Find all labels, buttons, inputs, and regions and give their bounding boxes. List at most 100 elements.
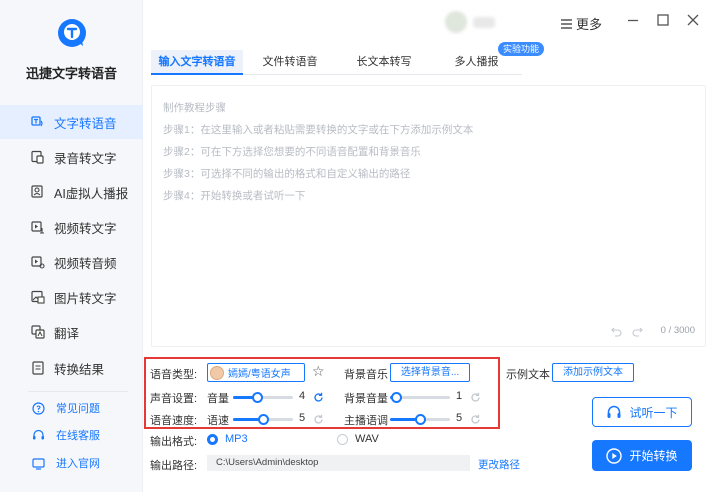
placeholder-line: 步骤1：在这里输入或者粘贴需要转换的文字或在下方添加示例文本 (163, 124, 474, 136)
favorite-star-icon[interactable]: ☆ (312, 363, 325, 380)
bg-volume-label: 背景音量 (344, 393, 388, 405)
redo-icon[interactable] (632, 326, 643, 337)
bgm-label: 背景音乐 (344, 369, 388, 381)
website-link-label: 进入官网 (56, 458, 100, 470)
close-icon[interactable] (686, 13, 700, 27)
bg-volume-slider[interactable] (390, 392, 450, 403)
output-format-label: 输出格式: (150, 436, 198, 448)
char-counter: 0 / 3000 (660, 325, 695, 336)
output-path-field[interactable]: C:\Users\Admin\desktop (207, 455, 470, 471)
sound-settings-label: 声音设置: (150, 393, 198, 405)
website-link[interactable]: 进入官网 (0, 452, 143, 474)
sidebar-item-label: 转换结果 (54, 362, 105, 377)
volume-label: 音量 (207, 393, 229, 405)
speed-section-label: 语音速度: (150, 415, 198, 427)
pitch-value: 5 (456, 412, 463, 424)
undo-redo (611, 326, 643, 337)
add-sample-text-button[interactable]: 添加示例文本 (552, 363, 634, 382)
sidebar-item-label: 图片转文字 (54, 291, 117, 306)
pitch-knob[interactable] (415, 414, 426, 425)
sidebar-item-results[interactable]: 转换结果 (0, 351, 143, 385)
start-convert-button[interactable]: 开始转换 (592, 440, 692, 471)
sidebar-item-video-to-audio[interactable]: 视频转音频 (0, 245, 143, 279)
listen-label: 试听一下 (629, 405, 678, 420)
voice-avatar (210, 365, 224, 380)
minimize-icon[interactable] (626, 13, 640, 27)
experimental-badge: 实验功能 (498, 42, 545, 56)
editor-placeholder: 制作教程步骤 步骤1：在这里输入或者粘贴需要转换的文字或在下方添加示例文本 步骤… (163, 97, 473, 207)
volume-knob[interactable] (252, 392, 263, 403)
sidebar-item-video-to-text[interactable]: 视频转文字 (0, 210, 143, 244)
listen-button[interactable]: 试听一下 (592, 397, 692, 427)
sidebar-divider (28, 391, 128, 392)
format-wav-label[interactable]: WAV (355, 433, 379, 445)
help-link[interactable]: 常见问题 (0, 397, 143, 419)
undo-icon[interactable] (611, 326, 622, 337)
bg-volume-value: 1 (456, 390, 463, 402)
format-mp3-radio[interactable] (207, 434, 218, 445)
customer-service-icon (32, 429, 45, 442)
reset-bg-volume-icon[interactable] (470, 392, 481, 403)
mode-tabs: 输入文字转语音 文件转语音 长文本转写 多人播报 (151, 50, 522, 75)
results-icon (31, 361, 45, 375)
sidebar-item-label: 翻译 (54, 326, 80, 341)
more-menu-button[interactable]: 更多 (561, 14, 602, 33)
format-mp3-label[interactable]: MP3 (225, 433, 248, 445)
user-name (473, 17, 495, 28)
video-to-audio-icon (31, 255, 45, 269)
menu-icon (561, 18, 572, 29)
tab-file-to-speech[interactable]: 文件转语音 (243, 50, 337, 75)
text-to-speech-icon (31, 115, 45, 129)
customer-service-link[interactable]: 在线客服 (0, 424, 143, 446)
convert-label: 开始转换 (629, 449, 678, 463)
pitch-slider[interactable] (390, 414, 450, 425)
sidebar-item-image-to-text[interactable]: 图片转文字 (0, 280, 143, 314)
voice-name: 嫣嫣/粤语女声 (228, 369, 291, 380)
volume-slider[interactable] (233, 392, 293, 403)
reset-volume-icon[interactable] (313, 392, 324, 403)
sidebar-item-label: 视频转音频 (54, 256, 117, 271)
image-to-text-icon (31, 290, 45, 304)
reset-pitch-icon[interactable] (470, 414, 481, 425)
ai-avatar-icon (31, 185, 45, 199)
sidebar-item-label: 视频转文字 (54, 221, 117, 236)
sidebar-item-translate[interactable]: 翻译 (0, 315, 143, 349)
sidebar-item-recording-to-text[interactable]: 录音转文字 (0, 140, 143, 174)
app-logo-icon (58, 19, 86, 47)
text-editor[interactable]: 制作教程步骤 步骤1：在这里输入或者粘贴需要转换的文字或在下方添加示例文本 步骤… (151, 85, 706, 347)
voice-select-button[interactable]: 嫣嫣/粤语女声 (207, 363, 305, 382)
output-path-label: 输出路径: (150, 460, 198, 472)
video-to-text-icon (31, 220, 45, 234)
sidebar-item-label: 录音转文字 (54, 151, 117, 166)
sidebar-item-label: AI虚拟人播报 (54, 186, 129, 201)
placeholder-line: 步骤4：开始转换或者试听一下 (163, 190, 306, 202)
translate-icon (31, 325, 45, 339)
tab-input-text[interactable]: 输入文字转语音 (151, 50, 243, 75)
help-icon (32, 401, 45, 415)
app-name: 迅捷文字转语音 (25, 66, 117, 81)
speed-knob[interactable] (258, 414, 269, 425)
sidebar-item-text-to-speech[interactable]: 文字转语音 (0, 105, 143, 139)
voice-type-label: 语音类型: (150, 369, 198, 381)
speed-slider[interactable] (233, 414, 293, 425)
help-link-label: 常见问题 (56, 403, 100, 415)
more-menu-label: 更多 (576, 17, 603, 32)
speed-label: 语速 (207, 415, 229, 427)
sidebar-item-ai-avatar[interactable]: AI虚拟人播报 (0, 175, 143, 209)
reset-speed-icon[interactable] (313, 414, 324, 425)
speed-value: 5 (299, 412, 306, 424)
sidebar: 迅捷文字转语音 文字转语音 录音转文字 AI虚拟人播报 视频转文字 视频转音频 … (0, 0, 143, 492)
placeholder-line: 步骤2：可在下方选择您想要的不同语音配置和背景音乐 (163, 146, 421, 158)
maximize-icon[interactable] (656, 13, 670, 27)
change-path-link[interactable]: 更改路径 (478, 457, 520, 472)
sample-text-label: 示例文本 (506, 369, 550, 381)
format-wav-radio[interactable] (337, 434, 348, 445)
volume-value: 4 (299, 390, 306, 402)
select-bgm-button[interactable]: 选择背景音... (390, 363, 470, 382)
app-logo-area: 迅捷文字转语音 (0, 0, 143, 100)
user-avatar[interactable] (445, 11, 467, 33)
bg-volume-knob[interactable] (391, 392, 402, 403)
headphones-icon (607, 405, 621, 418)
tab-long-text[interactable]: 长文本转写 (337, 50, 431, 75)
play-icon (606, 447, 623, 464)
